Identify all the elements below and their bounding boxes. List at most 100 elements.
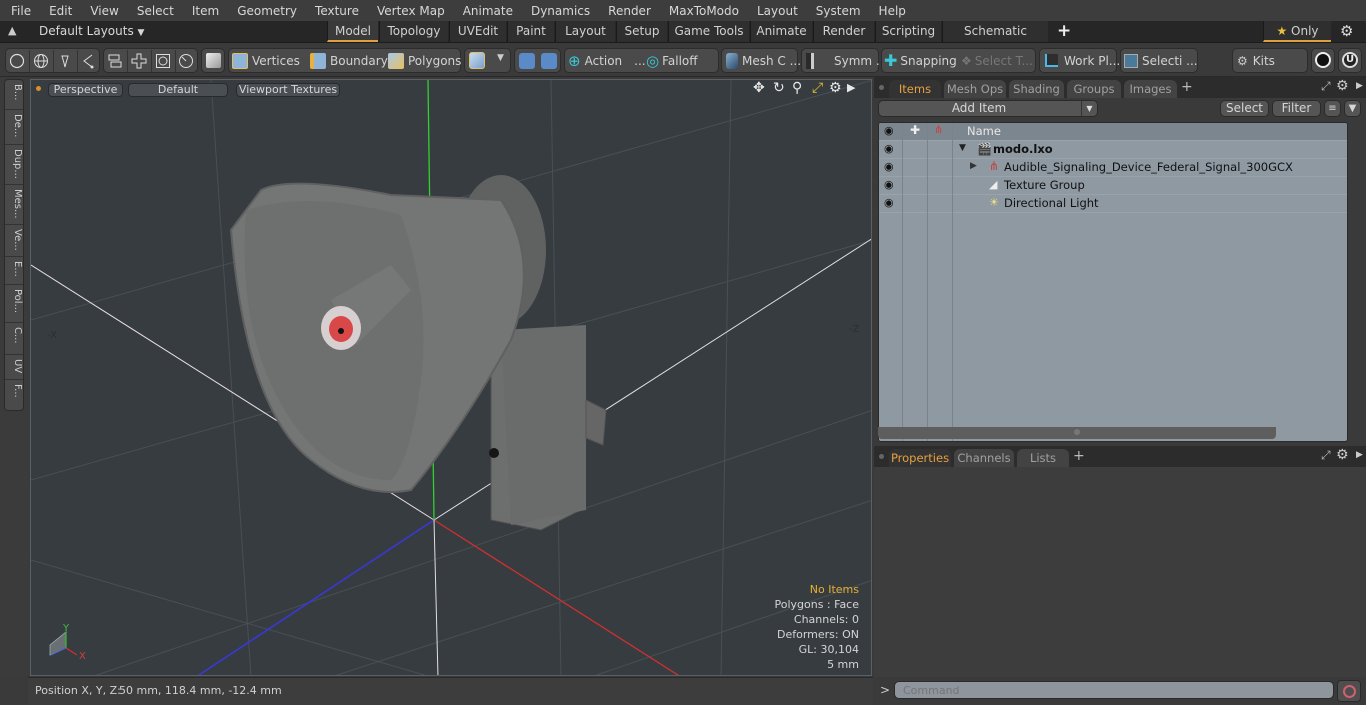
tool-tab-edge[interactable]: E... <box>5 257 23 285</box>
tool-tab-mesh[interactable]: Mes... <box>5 185 23 225</box>
action-center-button[interactable]: ⊕ Action... <box>568 48 646 73</box>
tab-render[interactable]: Render <box>813 21 874 42</box>
tab-model[interactable]: Model <box>327 21 378 42</box>
list-item[interactable]: ◉ ▶ ⋔ Audible_Signaling_Device_Federal_S… <box>879 159 1347 177</box>
list-item[interactable]: ◉ ▼ 🎬 modo.lxo <box>879 141 1347 159</box>
tool-tab-fusion[interactable]: F... <box>5 380 23 410</box>
pan-icon[interactable]: ✥ <box>753 80 765 96</box>
tab-uvedit[interactable]: UVEdit <box>449 21 506 42</box>
unreal-button[interactable]: U <box>1338 48 1362 73</box>
action-pivot-icon[interactable] <box>541 53 557 69</box>
tab-schematic-fusion[interactable]: Schematic Fusion <box>942 21 1048 59</box>
menu-edit[interactable]: Edit <box>38 4 79 18</box>
vertices-button[interactable]: Vertices <box>232 48 300 73</box>
viewport-textures-button[interactable]: Viewport Textures <box>236 83 340 97</box>
dial-icon[interactable] <box>178 53 194 69</box>
viewport-options-dot[interactable] <box>36 86 41 91</box>
menu-item[interactable]: Item <box>181 4 226 18</box>
menu-animate[interactable]: Animate <box>452 4 520 18</box>
command-input[interactable] <box>894 681 1334 699</box>
circle-select-icon[interactable] <box>9 53 25 69</box>
menu-select[interactable]: Select <box>126 4 181 18</box>
3d-viewport[interactable]: -X -Z Y X Perspective Default Viewport T… <box>30 79 872 676</box>
expand-arrow-icon[interactable]: ▼ <box>959 143 966 153</box>
maximize-viewport-icon[interactable]: ⤢ <box>812 80 823 96</box>
view-mode-button[interactable]: Perspective <box>48 83 123 97</box>
tool-tab-curve[interactable]: C... <box>5 323 23 355</box>
eye-icon[interactable]: ◉ <box>884 160 894 173</box>
falloff-button[interactable]: ◎ Falloff <box>646 48 698 73</box>
unity-button[interactable] <box>1311 48 1335 73</box>
tab-groups[interactable]: Groups <box>1067 80 1121 98</box>
globe-icon[interactable] <box>33 53 49 69</box>
add-panel-tab-button[interactable]: + <box>1073 448 1085 464</box>
select-through-button[interactable]: ❖ Select T... <box>961 48 1033 73</box>
cross-grid-icon[interactable] <box>131 53 147 69</box>
menu-texture[interactable]: Texture <box>304 4 366 18</box>
locator-axes-icon[interactable]: ⋔ <box>934 123 943 136</box>
scroll-handle[interactable] <box>1074 429 1080 435</box>
viewport-more-arrow-icon[interactable]: ▶ <box>847 81 855 94</box>
tab-items[interactable]: Items <box>889 80 941 98</box>
eye-icon[interactable]: ◉ <box>884 196 894 209</box>
select-button[interactable]: Select <box>1220 100 1269 117</box>
tab-animate[interactable]: Animate <box>750 21 812 42</box>
tab-images[interactable]: Images <box>1124 80 1177 98</box>
tab-layout[interactable]: Layout <box>555 21 615 42</box>
shading-mode-button[interactable]: Default <box>128 83 228 97</box>
filter-button[interactable]: Filter <box>1272 100 1321 117</box>
tab-scripting[interactable]: Scripting <box>875 21 941 42</box>
menu-maxtomodo[interactable]: MaxToModo <box>658 4 746 18</box>
menu-view[interactable]: View <box>79 4 125 18</box>
menu-layout[interactable]: Layout <box>746 4 805 18</box>
expand-panel-icon[interactable]: ⤢ <box>1321 448 1331 463</box>
menu-dynamics[interactable]: Dynamics <box>520 4 597 18</box>
material-mode-dropdown[interactable]: ▼ <box>464 48 511 73</box>
tool-tab-uv[interactable]: UV <box>5 355 23 380</box>
bezier-icon[interactable] <box>80 53 96 69</box>
tab-mesh-ops[interactable]: Mesh Ops <box>944 80 1006 98</box>
eye-icon[interactable]: ◉ <box>884 178 894 191</box>
expand-arrow-icon[interactable]: ▶ <box>970 161 977 171</box>
panel-options-dot[interactable] <box>879 454 884 459</box>
tool-tab-basic[interactable]: B... <box>5 80 23 110</box>
menu-geometry[interactable]: Geometry <box>226 4 304 18</box>
center-pivot-icon[interactable] <box>519 53 535 69</box>
gear-icon[interactable]: ⚙ <box>1340 22 1353 40</box>
horizontal-scrollbar[interactable] <box>878 427 1276 439</box>
eye-icon[interactable]: ◉ <box>884 124 894 137</box>
square-circle-icon[interactable] <box>155 53 171 69</box>
rotate-icon[interactable]: ↻ <box>773 80 785 96</box>
tab-game-tools[interactable]: Game Tools <box>668 21 749 42</box>
zoom-icon[interactable]: ⚲ <box>792 80 802 96</box>
funnel-filter-button[interactable]: ▼ <box>1344 100 1361 117</box>
menu-help[interactable]: Help <box>868 4 913 18</box>
add-panel-tab-button[interactable]: + <box>1181 79 1193 95</box>
tab-channels[interactable]: Channels <box>954 449 1014 467</box>
tab-paint[interactable]: Paint <box>507 21 554 42</box>
panel-gear-icon[interactable]: ⚙ <box>1336 447 1349 463</box>
menu-system[interactable]: System <box>805 4 868 18</box>
record-macro-button[interactable] <box>1337 680 1361 702</box>
eye-icon[interactable]: ◉ <box>884 142 894 155</box>
tool-tab-deform[interactable]: De... <box>5 110 23 145</box>
add-item-dropdown[interactable]: Add Item ▼ <box>878 100 1098 117</box>
name-column-header[interactable]: Name <box>967 124 1001 138</box>
panel-options-dot[interactable] <box>879 85 884 90</box>
panel-more-arrow-icon[interactable]: ▶ <box>1356 450 1363 460</box>
boundary-button[interactable]: Boundary <box>310 48 388 73</box>
list-item[interactable]: ◉ ◢ Texture Group <box>879 177 1347 195</box>
panel-more-arrow-icon[interactable]: ▶ <box>1356 81 1363 91</box>
tool-tab-duplicate[interactable]: Dup... <box>5 145 23 185</box>
pin-icon[interactable]: ✚ <box>910 123 920 137</box>
menu-vertex-map[interactable]: Vertex Map <box>366 4 452 18</box>
tab-properties[interactable]: Properties <box>889 449 951 467</box>
tab-topology[interactable]: Topology <box>379 21 448 42</box>
tab-setup[interactable]: Setup <box>616 21 667 42</box>
pen-tool-icon[interactable] <box>57 53 73 69</box>
viewport-gear-icon[interactable]: ⚙ <box>829 80 842 96</box>
tool-tab-vertex[interactable]: Ve... <box>5 225 23 257</box>
add-layout-tab-button[interactable]: + <box>1057 21 1071 41</box>
list-item[interactable]: ◉ ☀ Directional Light <box>879 195 1347 213</box>
item-mode-button[interactable] <box>201 48 225 73</box>
